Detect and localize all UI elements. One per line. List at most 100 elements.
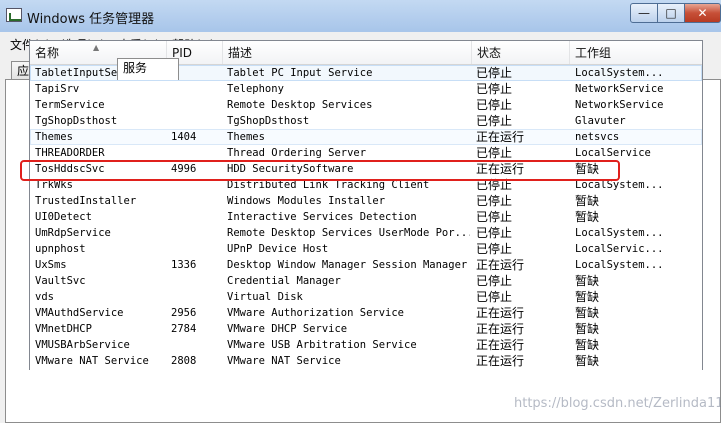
cell-group: 暂缺 xyxy=(575,338,600,352)
cell-status: 已停止 xyxy=(476,290,513,304)
cell-desc: Remote Desktop Services UserMode Por... xyxy=(227,227,470,239)
cell-desc: Thread Ordering Server xyxy=(227,147,367,159)
cell-status: 已停止 xyxy=(476,66,513,80)
cell-status: 已停止 xyxy=(476,146,513,160)
cell-pid: 1404 xyxy=(171,131,197,143)
cell-group: Glavuter xyxy=(575,115,626,127)
cell-group: 暂缺 xyxy=(575,194,600,208)
table-row[interactable]: vds Virtual Disk 已停止 暂缺 xyxy=(30,289,702,305)
tab-services[interactable]: 服务 xyxy=(117,58,179,80)
cell-group: LocalSystem... xyxy=(575,67,664,79)
cell-name: THREADORDER xyxy=(35,147,105,159)
close-button[interactable]: ✕ xyxy=(684,3,721,23)
minimize-button[interactable]: — xyxy=(630,3,658,23)
cell-pid xyxy=(171,241,221,257)
cell-name: VMUSBArbService xyxy=(35,339,130,351)
cell-desc: Windows Modules Installer xyxy=(227,195,386,207)
cell-desc: Virtual Disk xyxy=(227,291,303,303)
cell-desc: Themes xyxy=(227,131,265,143)
table-row[interactable]: TermService Remote Desktop Services 已停止 Net… xyxy=(30,97,702,113)
cell-pid: 2808 xyxy=(171,355,197,367)
cell-status: 已停止 xyxy=(476,82,513,96)
cell-pid xyxy=(171,113,221,129)
cell-desc: Desktop Window Manager Session Manager xyxy=(227,259,468,271)
cell-status: 正在运行 xyxy=(476,322,525,336)
table-row[interactable]: TrustedInstaller Windows Modules Installe… xyxy=(30,193,702,209)
table-row[interactable]: VMnetDHCP 2784 VMware DHCP Service 正在运行 暂缺 xyxy=(30,321,702,337)
cell-pid xyxy=(171,193,221,209)
cell-name: TrustedInstaller xyxy=(35,195,137,207)
column-header-name-label: 名称 xyxy=(35,46,60,60)
cell-name: TermService xyxy=(35,99,105,111)
cell-group: NetworkService xyxy=(575,99,664,111)
cell-name: UI0Detect xyxy=(35,211,92,223)
table-row[interactable]: VMAuthdService 2956 VMware Authorization S… xyxy=(30,305,702,321)
cell-name: vds xyxy=(35,291,54,303)
cell-group: 暂缺 xyxy=(575,210,600,224)
table-row[interactable]: UmRdpService Remote Desktop Services User… xyxy=(30,225,702,241)
cell-name: VMware NAT Service xyxy=(35,355,149,367)
watermark: https://blog.csdn.net/Zerlinda1172 xyxy=(514,396,721,411)
services-list[interactable]: ▲ 名称 PID 描述 状态 工作组 TabletInputService Tab… xyxy=(29,40,703,370)
cell-group: netsvcs xyxy=(575,131,620,143)
cell-status: 正在运行 xyxy=(476,130,525,144)
cell-pid: 2956 xyxy=(171,307,197,319)
cell-pid xyxy=(171,145,221,161)
cell-pid xyxy=(171,289,221,305)
cell-group: 暂缺 xyxy=(575,354,600,368)
cell-desc: Remote Desktop Services xyxy=(227,99,373,111)
table-row[interactable]: THREADORDER Thread Ordering Server 已停止 Loca… xyxy=(30,145,702,161)
title-bar[interactable]: Windows 任务管理器 — □ ✕ xyxy=(0,0,721,32)
cell-status: 已停止 xyxy=(476,242,513,256)
cell-pid xyxy=(171,97,221,113)
table-row[interactable]: UI0Detect Interactive Services Detection 已… xyxy=(30,209,702,225)
cell-name: UmRdpService xyxy=(35,227,111,239)
cell-desc: Credential Manager xyxy=(227,275,341,287)
cell-pid: 1336 xyxy=(171,259,197,271)
table-row[interactable]: VMware NAT Service 2808 VMware NAT Service… xyxy=(30,353,702,369)
column-header-group[interactable]: 工作组 xyxy=(570,41,702,64)
cell-name: TgShopDsthost xyxy=(35,115,118,127)
window-title: Windows 任务管理器 xyxy=(27,12,155,27)
cell-name: VMAuthdService xyxy=(35,307,124,319)
cell-group: NetworkService xyxy=(575,83,664,95)
cell-group: LocalSystem... xyxy=(575,227,664,239)
cell-group: LocalService xyxy=(575,147,651,159)
table-row[interactable]: upnphost UPnP Device Host 已停止 LocalServic..… xyxy=(30,241,702,257)
cell-desc: Tablet PC Input Service xyxy=(227,67,373,79)
cell-name: TapiSrv xyxy=(35,83,80,95)
cell-pid xyxy=(171,225,221,241)
cell-name: VaultSvc xyxy=(35,275,86,287)
column-header-description[interactable]: 描述 xyxy=(223,41,472,64)
cell-status: 正在运行 xyxy=(476,258,525,272)
cell-desc: VMware DHCP Service xyxy=(227,323,348,335)
sort-ascending-icon: ▲ xyxy=(93,43,100,52)
cell-name: upnphost xyxy=(35,243,86,255)
column-header-status[interactable]: 状态 xyxy=(472,41,570,64)
cell-group: 暂缺 xyxy=(575,306,600,320)
cell-name: Themes xyxy=(35,131,73,143)
table-row[interactable]: VMUSBArbService VMware USB Arbitration Se… xyxy=(30,337,702,353)
task-manager-window: Windows 任务管理器 — □ ✕ 文件(F) 选项(O) 查看(V) 帮助… xyxy=(0,0,721,423)
table-row[interactable]: Themes 1404 Themes 正在运行 netsvcs xyxy=(30,129,702,145)
cell-group: 暂缺 xyxy=(575,290,600,304)
table-row[interactable]: TapiSrv Telephony 已停止 NetworkService xyxy=(30,81,702,97)
cell-status: 正在运行 xyxy=(476,306,525,320)
cell-status: 已停止 xyxy=(476,274,513,288)
cell-desc: VMware USB Arbitration Service xyxy=(227,339,417,351)
maximize-button[interactable]: □ xyxy=(657,3,685,23)
cell-desc: VMware Authorization Service xyxy=(227,307,405,319)
cell-group: 暂缺 xyxy=(575,322,600,336)
table-row[interactable]: TgShopDsthost TgShopDsthost 已停止 Glavuter xyxy=(30,113,702,129)
cell-status: 已停止 xyxy=(476,210,513,224)
table-row[interactable]: VaultSvc Credential Manager 已停止 暂缺 xyxy=(30,273,702,289)
cell-status: 已停止 xyxy=(476,226,513,240)
cell-pid: 2784 xyxy=(171,323,197,335)
cell-desc: Telephony xyxy=(227,83,284,95)
cell-group: 暂缺 xyxy=(575,274,600,288)
cell-status: 已停止 xyxy=(476,194,513,208)
cell-pid xyxy=(171,337,221,353)
cell-status: 正在运行 xyxy=(476,338,525,352)
table-row[interactable]: UxSms 1336 Desktop Window Manager Session … xyxy=(30,257,702,273)
cell-status: 已停止 xyxy=(476,114,513,128)
